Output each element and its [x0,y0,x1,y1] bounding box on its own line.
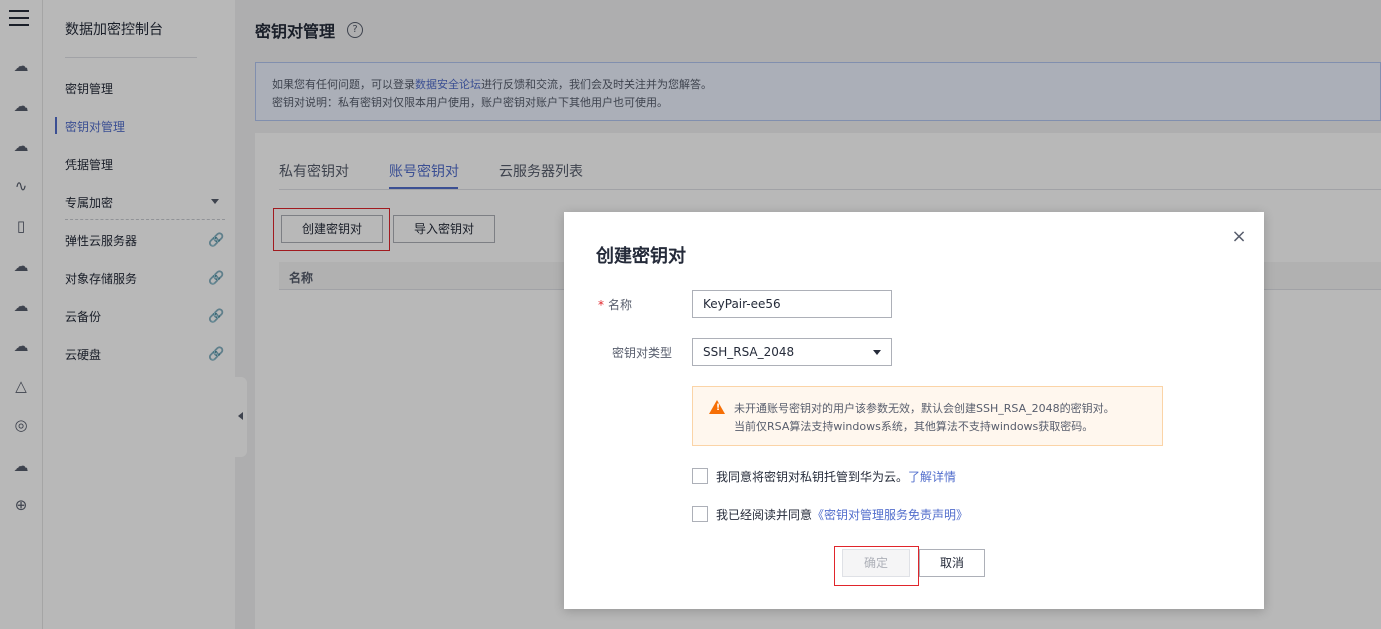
dialog-title: 创建密钥对 [596,246,686,267]
type-label: 密钥对类型 [612,346,673,360]
app-root: ☁ ☁ ☁ ∿ ▯ ☁ ☁ ☁ △ ◎ ☁ ⊕ 数据加密控制台 密钥管理 密钥对… [0,0,1381,629]
warning-line-2: 当前仅RSA算法支持windows系统，其他算法不支持windows获取密码。 [734,420,1094,433]
agree-escrow-label: 我同意将密钥对私钥托管到华为云。了解详情 [716,470,957,484]
warning-line-1: 未开通账号密钥对的用户该参数无效，默认会创建SSH_RSA_2048的密钥对。 [734,402,1115,415]
required-mark: * [598,298,604,312]
learn-more-link[interactable]: 了解详情 [908,470,956,484]
cancel-button[interactable]: 取消 [919,549,985,577]
name-field[interactable]: KeyPair-ee56 [692,290,892,318]
chevron-down-icon [873,350,881,355]
disclaimer-link[interactable]: 《密钥对管理服务免责声明》 [812,508,968,522]
agree-escrow-checkbox[interactable] [692,468,708,484]
highlight-box [834,546,919,586]
create-keypair-dialog: 创建密钥对 × * 名称 KeyPair-ee56 密钥对类型 SSH_RSA_2… [564,212,1264,609]
agree-disclaimer-checkbox[interactable] [692,506,708,522]
close-icon[interactable]: × [1231,228,1247,246]
agree-disclaimer-label: 我已经阅读并同意《密钥对管理服务免责声明》 [716,508,969,522]
warning-box: ! 未开通账号密钥对的用户该参数无效，默认会创建SSH_RSA_2048的密钥对… [692,386,1163,446]
name-label: * 名称 [598,298,633,312]
warning-icon: ! [709,400,725,414]
type-select[interactable]: SSH_RSA_2048 [692,338,892,366]
type-select-value: SSH_RSA_2048 [703,345,795,359]
